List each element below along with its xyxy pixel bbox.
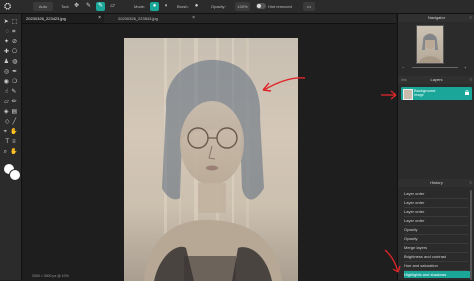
- autosave-label: Auto: [38, 4, 48, 9]
- history-item[interactable]: Opacity: [404, 226, 468, 233]
- mode-blend-icon[interactable]: ◐: [162, 2, 171, 11]
- lock-icon[interactable]: [465, 90, 469, 95]
- navigator-preview: [419, 33, 441, 63]
- autosave-toggle[interactable]: Auto: [33, 2, 53, 11]
- more-options-button[interactable]: •••: [303, 2, 315, 11]
- layer-row-background[interactable]: Background Image: [401, 87, 472, 100]
- pencil-tool-icon[interactable]: ✏: [12, 98, 17, 106]
- fill-tool-icon[interactable]: ◈: [4, 108, 9, 116]
- tool-label: Tool:: [61, 4, 70, 9]
- brush-tool-icon[interactable]: ✎: [11, 88, 16, 96]
- pen-tool-icon[interactable]: ✒: [12, 68, 17, 76]
- tab-label: 20230326_223543.jpg: [118, 16, 158, 21]
- gradient-tool-icon[interactable]: ▤: [11, 108, 17, 116]
- text-tool-icon[interactable]: T: [5, 138, 9, 146]
- brush-label: Brush:: [177, 4, 189, 9]
- crop-tool-icon[interactable]: ⌗: [12, 28, 15, 36]
- opacity-value: 100%: [237, 4, 248, 9]
- align-tool-icon[interactable]: ≡: [12, 138, 16, 146]
- top-toolbar: ⛭ Auto Tool: ✥ ✎ ✎ ▱ Mode: ● ◐ Brush: ● …: [0, 0, 474, 14]
- mode-brush-icon[interactable]: ●: [150, 2, 159, 11]
- eraser-icon[interactable]: ▱: [108, 2, 117, 11]
- status-bar: 2000 × 3000 px @ 10%: [22, 272, 406, 280]
- history-item[interactable]: Brightness and contrast: [404, 253, 468, 260]
- dodge-tool-icon[interactable]: ❍: [12, 78, 17, 86]
- history-item[interactable]: Layer order: [404, 217, 468, 224]
- history-item[interactable]: Hue and saturation: [404, 262, 468, 269]
- history-item[interactable]: Highlights and shadows: [404, 271, 470, 278]
- tab-document-2[interactable]: 20230326_223543.jpg ×: [114, 14, 198, 23]
- layer-thumbnail: [403, 89, 413, 100]
- history-header: History ≡: [398, 179, 474, 187]
- panel-menu-icon[interactable]: ≡: [470, 179, 472, 187]
- hand-tool-icon[interactable]: ✋: [10, 128, 17, 136]
- right-panel: Navigator ≡ − + Info Layers ≡ Background…: [397, 14, 474, 280]
- eyedropper-icon[interactable]: ⌖: [4, 128, 7, 136]
- sponge-tool-icon[interactable]: ◉: [4, 78, 9, 86]
- move-tool-icon[interactable]: ➤: [4, 18, 9, 26]
- smudge-tool-icon[interactable]: ☝: [5, 88, 9, 96]
- tab-label: 20230326_223423.jpg: [26, 16, 66, 21]
- history-item[interactable]: Layer order: [404, 199, 468, 206]
- document-tabs: 20230326_223423.jpg × 20230326_223543.jp…: [22, 14, 396, 24]
- mode-label: Mode:: [134, 4, 146, 9]
- history-item[interactable]: Opacity: [404, 235, 468, 242]
- canvas-area[interactable]: [22, 24, 396, 281]
- close-icon[interactable]: ×: [192, 14, 195, 23]
- move-tool-icon[interactable]: ✥: [72, 2, 81, 11]
- patch-tool-icon[interactable]: ◍: [12, 58, 17, 66]
- opacity-select[interactable]: 100%: [235, 2, 250, 11]
- close-icon[interactable]: ×: [98, 14, 101, 23]
- hint-toggle[interactable]: [256, 3, 266, 9]
- history-scrollbar[interactable]: [470, 190, 472, 280]
- layers-side-label: Info: [401, 78, 407, 82]
- navigator-title: Navigator: [427, 15, 446, 20]
- layers-title: Layers: [430, 77, 443, 82]
- history-title: History: [430, 180, 443, 185]
- stamp-tool-icon[interactable]: ♟: [4, 58, 9, 66]
- liquify-tool-icon[interactable]: ◎: [4, 68, 9, 76]
- panel-menu-icon[interactable]: ≡: [470, 76, 472, 84]
- more-options-label: •••: [306, 4, 312, 9]
- zoom-slider[interactable]: [412, 67, 458, 68]
- brush-preset-icon[interactable]: ●: [192, 2, 201, 11]
- magic-wand-icon[interactable]: ✦: [4, 38, 9, 46]
- tab-document-1[interactable]: 20230326_223423.jpg ×: [22, 14, 104, 23]
- hint-label: Hint removed: [268, 4, 292, 9]
- history-item[interactable]: Merge layers: [404, 244, 468, 251]
- photo-illustration: [144, 38, 282, 281]
- zoom-in-icon[interactable]: +: [464, 64, 466, 71]
- navigator-header: Navigator ≡: [398, 14, 474, 22]
- zoom-tool-icon[interactable]: ⌕: [4, 148, 7, 156]
- clone-tool-icon[interactable]: ⎔: [12, 48, 17, 56]
- photo-canvas[interactable]: [124, 38, 298, 281]
- lasso-tool-icon[interactable]: ◌: [6, 28, 10, 36]
- history-item[interactable]: Layer order: [404, 190, 468, 197]
- marquee-tool-icon[interactable]: ⬚: [12, 18, 18, 26]
- heal-tool-icon[interactable]: ✚: [4, 48, 9, 56]
- zoom-controls: − +: [402, 64, 472, 71]
- tools-sidebar: ➤ ⬚ ◌ ⌗ ✦ ⊘ ✚ ⎔ ♟ ◍ ◎ ✒ ◉ ❍ ☝ ✎ ▱ ✏ ◈ ▤ ◇ ╱ ⌖ ✋ T ≡ ⌕…: [0, 14, 22, 280]
- opacity-label: Opacity:: [211, 4, 226, 9]
- navigator-thumbnail[interactable]: [416, 25, 444, 64]
- layer-type: Image: [414, 93, 424, 97]
- eraser-tool-icon[interactable]: ▱: [4, 98, 9, 106]
- history-item[interactable]: Layer order: [404, 208, 468, 215]
- pencil-icon[interactable]: ✎: [84, 2, 93, 11]
- brush-tool-icon[interactable]: ✎: [96, 2, 105, 11]
- panel-menu-icon[interactable]: ≡: [470, 14, 472, 22]
- slice-tool-icon[interactable]: ⊘: [12, 38, 17, 46]
- app-logo-icon: ⛭: [4, 1, 12, 11]
- status-text: 2000 × 3000 px @ 10%: [32, 274, 69, 278]
- zoom-out-icon[interactable]: −: [402, 65, 404, 70]
- shape-tool-icon[interactable]: ◇: [5, 118, 10, 126]
- background-color-swatch[interactable]: [9, 169, 21, 181]
- layers-header: Info Layers ≡: [398, 76, 474, 84]
- pan-tool-icon[interactable]: ✋: [10, 148, 17, 156]
- line-tool-icon[interactable]: ╱: [13, 118, 17, 126]
